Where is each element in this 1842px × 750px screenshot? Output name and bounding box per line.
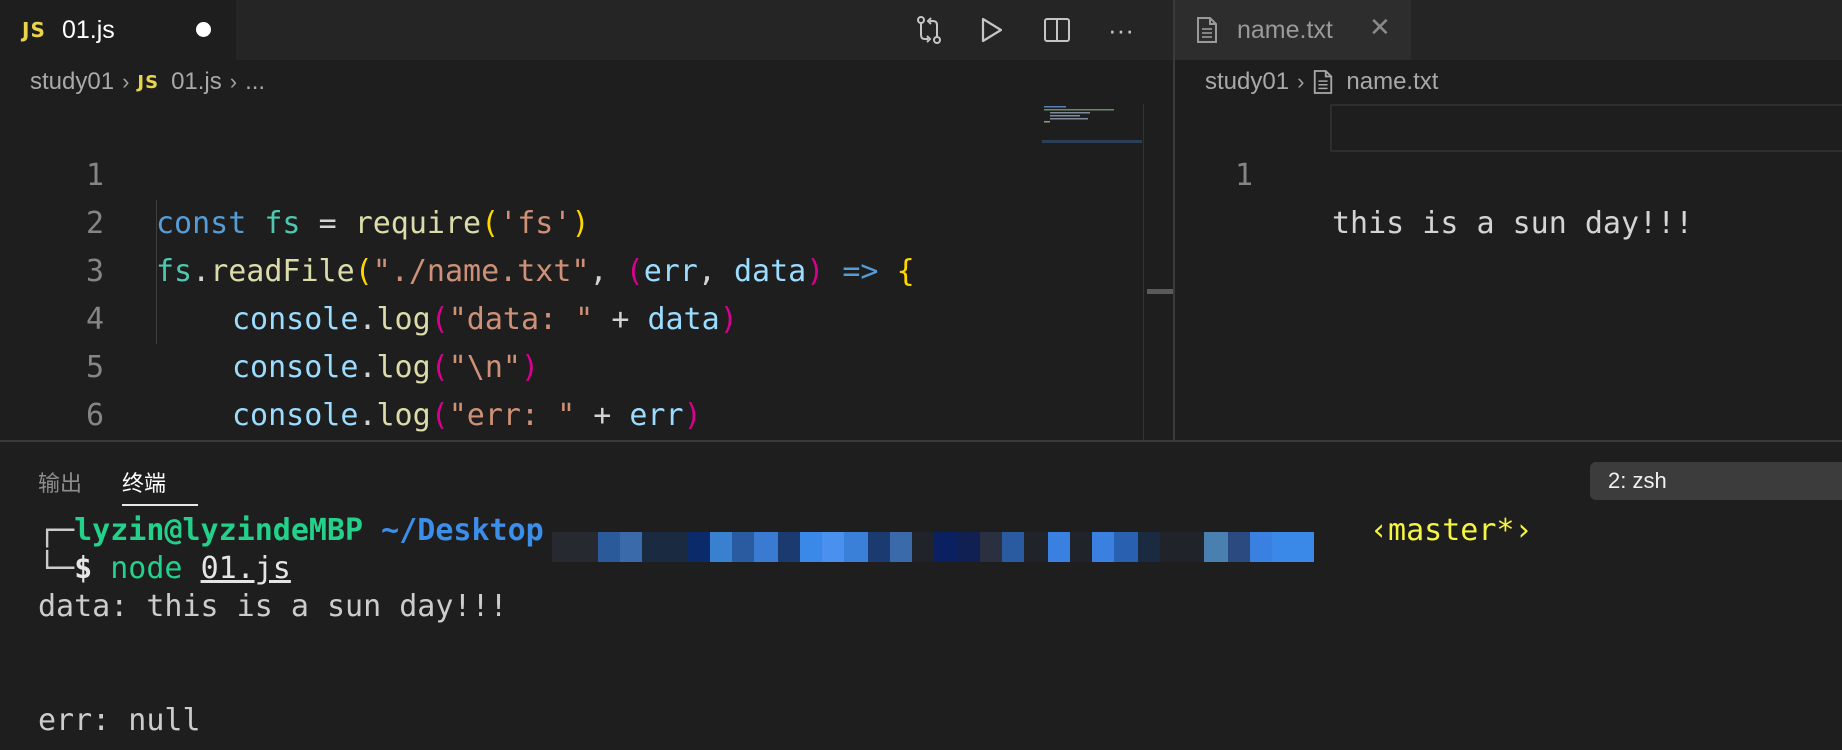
text-line: this is a sun day!!!: [1332, 206, 1694, 241]
breadcrumb-symbols[interactable]: ...: [245, 68, 265, 96]
chevron-right-icon: ›: [122, 69, 130, 94]
command-arg: 01.js: [200, 551, 291, 586]
js-file-icon: JS: [22, 18, 46, 42]
more-actions-icon: ···: [1108, 14, 1134, 45]
bottom-panel: 输出 终端 2: zsh ┌─lyzin@lyzindeMBP ~/Deskto…: [0, 440, 1842, 750]
prompt-frame-bottom: └─: [38, 551, 75, 586]
code-line: 6 }): [0, 344, 1040, 481]
right-tabbar: name.txt ✕: [1175, 0, 1842, 60]
breadcrumb: study01 › JS 01.js › ...: [30, 62, 265, 102]
file-icon: [1314, 70, 1333, 94]
minimap[interactable]: [1042, 104, 1142, 144]
active-tab-indicator: [122, 504, 198, 506]
left-tabbar: JS 01.js ···: [0, 0, 1173, 60]
terminal-selector[interactable]: 2: zsh: [1590, 462, 1842, 500]
tab-label: 01.js: [62, 15, 115, 44]
breadcrumb: study01 › name.txt: [1205, 62, 1438, 102]
breadcrumb-folder[interactable]: study01: [1205, 68, 1289, 96]
source-control-compare-icon: [917, 16, 941, 44]
tab-output[interactable]: 输出: [38, 466, 82, 498]
breadcrumb-folder[interactable]: study01: [30, 68, 114, 96]
code-line: 4 console.log("\n"): [0, 248, 1040, 385]
code-line: 7: [0, 392, 1040, 481]
file-icon: [1197, 17, 1217, 43]
unsaved-dot-icon[interactable]: [196, 22, 211, 37]
more-actions-button[interactable]: ···: [1100, 9, 1142, 51]
prompt-path: ~/Desktop: [381, 513, 544, 548]
open-changes-button[interactable]: [908, 9, 950, 51]
prompt-git-branch: ‹master*›: [1370, 513, 1533, 548]
tab-01-js[interactable]: JS 01.js: [0, 0, 236, 60]
output-line: data: this is a sun day!!!: [38, 589, 508, 624]
prompt-dollar: $: [74, 551, 93, 586]
command-line: └─$ node 01.js: [38, 550, 291, 588]
run-icon: [981, 17, 1003, 43]
code-line: 2 fs.readFile("./name.txt", (err, data) …: [0, 152, 1040, 289]
line-number: 1: [1234, 158, 1253, 193]
code-line: 1 this is a sun day!!!: [1175, 104, 1842, 241]
split-editor-button[interactable]: [1036, 9, 1078, 51]
prompt-line: ┌─lyzin@lyzindeMBP ~/Desktop: [38, 512, 544, 550]
code-line: 3 console.log("data: " + data): [0, 200, 1040, 337]
scrollbar-thumb[interactable]: [1147, 289, 1173, 294]
tab-name-txt[interactable]: name.txt ✕: [1175, 0, 1411, 60]
code-editor[interactable]: 1 const fs = require('fs') 2 fs.readFile…: [0, 104, 1040, 481]
text-editor[interactable]: 1 this is a sun day!!!: [1175, 104, 1842, 241]
breadcrumb-file[interactable]: 01.js: [171, 68, 222, 96]
prompt-user-host: lyzin@lyzindeMBP: [74, 513, 364, 548]
left-editor-group: JS 01.js ··· study01 › JS 01.js › ... 1 …: [0, 0, 1173, 481]
run-button[interactable]: [970, 9, 1012, 51]
redacted-path-blur: [552, 532, 1352, 562]
breadcrumb-file[interactable]: name.txt: [1346, 68, 1438, 96]
code-line: 5 console.log("err: " + err): [0, 296, 1040, 433]
chevron-right-icon: ›: [229, 69, 238, 94]
code-line: 1 const fs = require('fs'): [0, 104, 1040, 241]
js-file-icon: JS: [137, 71, 160, 93]
vertical-scrollbar[interactable]: [1143, 104, 1173, 440]
chevron-right-icon: ›: [1297, 69, 1305, 94]
tab-label: name.txt: [1237, 15, 1333, 44]
command-name: node: [110, 551, 183, 586]
split-editor-icon: [1044, 18, 1070, 42]
tab-terminal[interactable]: 终端: [122, 466, 166, 498]
close-icon[interactable]: ✕: [1369, 12, 1391, 43]
prompt-frame-top: ┌─: [38, 513, 75, 548]
output-line: err: null: [38, 703, 201, 738]
